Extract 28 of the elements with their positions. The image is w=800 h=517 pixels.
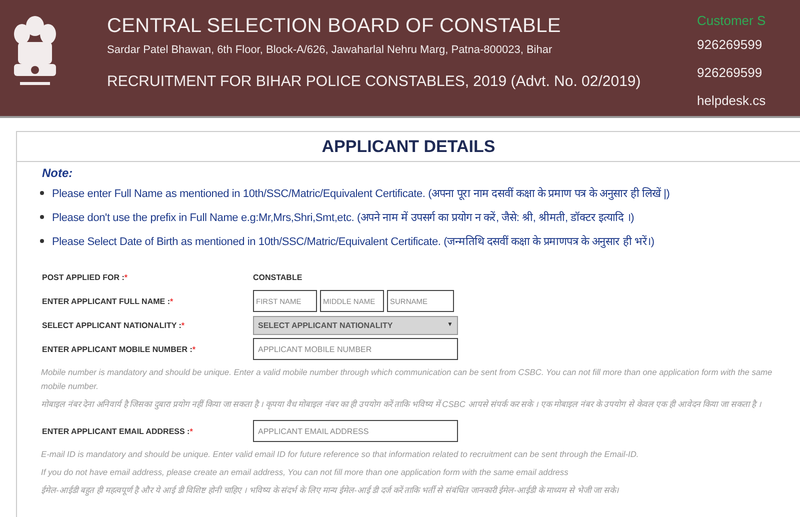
field-label: ENTER APPLICANT EMAIL ADDRESS :* bbox=[42, 426, 194, 436]
bullet-icon bbox=[40, 190, 44, 194]
note-heading: Note: bbox=[42, 166, 74, 180]
note-text: Please don't use the prefix in Full Name e.g:Mr,Mrs,Shri,Smt,etc. (अपने नाम में उपसर्ग का प्रयोग न करें, जैसे: श्री, श्रीमती, डॉक्टर इत्यादि ।) bbox=[52, 210, 634, 224]
field-label: SELECT APPLICANT NATIONALITY :* bbox=[42, 320, 186, 330]
contact-text: helpdesk.cs bbox=[697, 93, 767, 108]
field-label: POST APPLIED FOR :* bbox=[42, 272, 128, 282]
input-field[interactable]: APPLICANT EMAIL ADDRESS bbox=[253, 420, 458, 442]
bullet-icon bbox=[40, 214, 44, 218]
contact-heading: Customer S bbox=[697, 13, 767, 28]
post-value: CONSTABLE bbox=[253, 272, 302, 282]
contact-text: 926269599 bbox=[697, 65, 764, 80]
panel-title: APPLICANT DETAILS bbox=[17, 132, 800, 162]
contact-text: 926269599 bbox=[697, 37, 764, 52]
field-label: ENTER APPLICANT MOBILE NUMBER :* bbox=[42, 344, 196, 354]
help-text: Mobile number is mandatory and should be unique. Enter a valid mobile number through which communication can be sent from CSBC. You can not fill more than one application form with the same mobile number. bbox=[41, 366, 774, 393]
help-text: ईमेल-आईडी बहुत ही महत्वपूर्ण है और ये आई डी विशिष्ट होनी चाहिए । भविष्य के संदर्भ के लिए मान्य ईमेल-आई डी दर्ज करें ताकि भर्ती से संबंधित जानकारी ईमेल-आईडी के माध्यम से भेजी जा सके। bbox=[41, 484, 620, 497]
help-text: मोबाइल नंबर देना अनिवार्य है जिसका दुबारा प्रयोग नहीं किया जा सकता है । कृपया वैध मोबाइल नंबर का ही उपयोग करें ताकि भविष्य में CSBC आपसे संपर्क कर सके । एक मोबाइल नंबर के उपयोग से केवल एक ही आवेदन किया जा सकता है । bbox=[41, 398, 762, 411]
note-text: Please Select Date of Birth as mentioned in 10th/SSC/Matric/Equivalent Certificate. (जन्मतिथि दसवीं कक्षा के प्रमाणपत्र के अनुसार ही भरें।) bbox=[52, 234, 654, 248]
address-text: Sardar Patel Bhawan, 6th Floor, Block-A/626, Jawaharlal Nehru Marg, Patna-800023, Bihar bbox=[107, 44, 554, 56]
help-text: If you do not have email address, please create an email address, You can not fill more than one application form with the same email address bbox=[41, 466, 570, 479]
input-field[interactable]: APPLICANT MOBILE NUMBER bbox=[253, 338, 458, 360]
help-text: E-mail ID is mandatory and should be unique. Enter valid email ID for future reference so that information related to recruitment can be sent through the Email-ID. bbox=[41, 448, 640, 461]
recruitment-title: RECRUITMENT FOR BIHAR POLICE CONSTABLES, 2019 (Advt. No. 02/2019) bbox=[107, 73, 642, 90]
note-text: Please enter Full Name as mentioned in 10th/SSC/Matric/Equivalent Certificate. (अपना पूरा नाम दसवीं कक्षा के प्रमाण पत्र के अनुसार ही लिखें |) bbox=[52, 186, 670, 200]
bullet-icon bbox=[40, 238, 44, 242]
board-title: CENTRAL SELECTION BOARD OF CONSTABLE bbox=[107, 15, 562, 38]
field-label: ENTER APPLICANT FULL NAME :* bbox=[42, 296, 174, 306]
